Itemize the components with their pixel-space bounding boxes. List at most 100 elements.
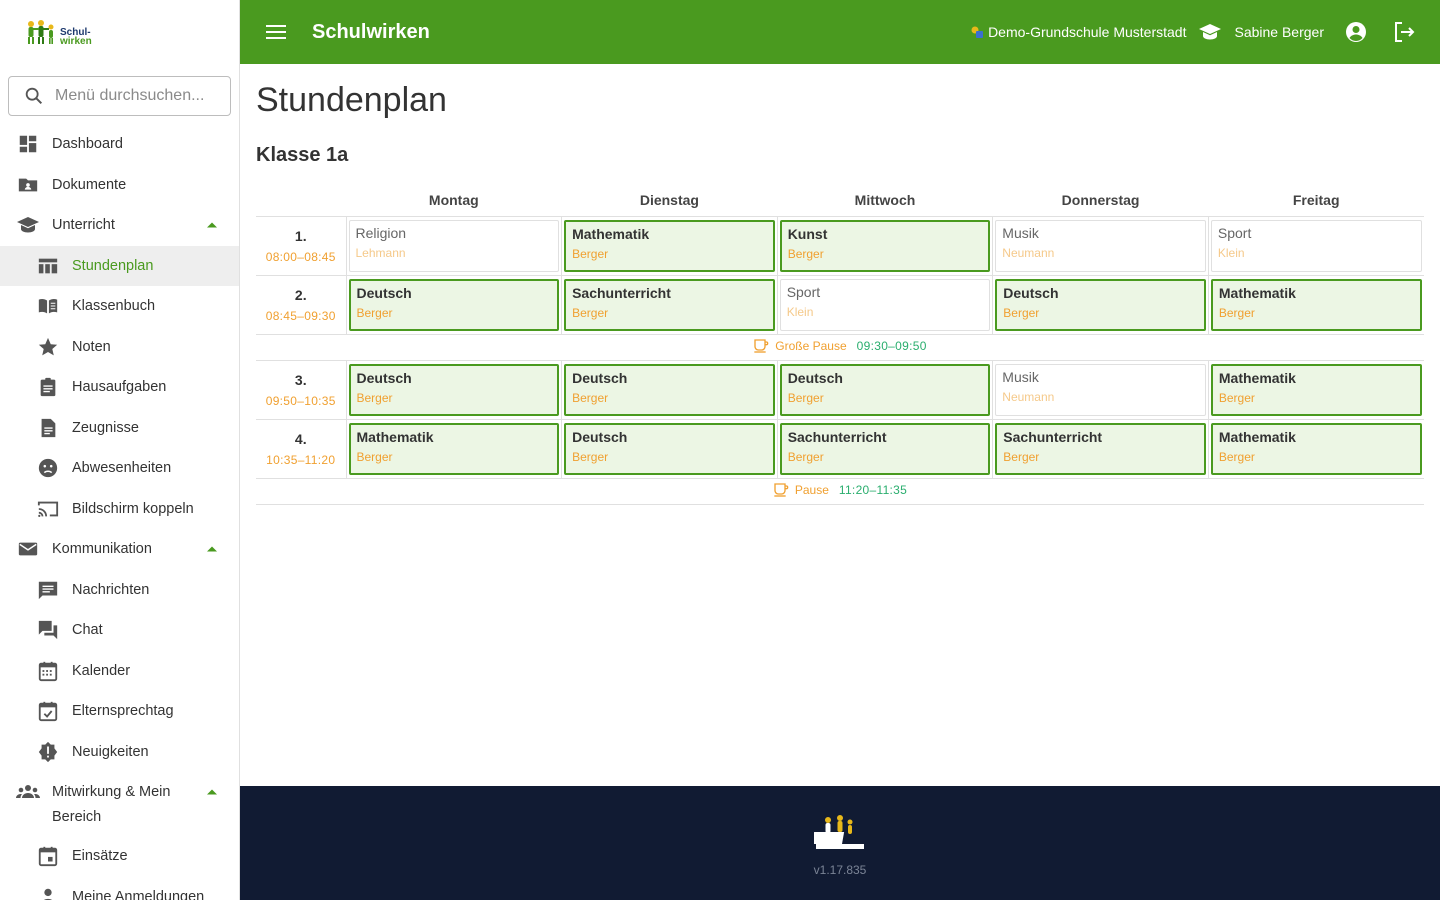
- footer: v1.17.835: [240, 786, 1440, 900]
- lesson-card[interactable]: Kunst Berger: [779, 219, 991, 272]
- break-time: 11:20–11:35: [838, 482, 908, 497]
- message-icon: [36, 578, 60, 602]
- lesson-subject: Sachunterricht: [787, 428, 887, 445]
- lesson-teacher: Berger: [572, 305, 609, 320]
- sick-face-icon: [36, 456, 60, 480]
- lesson-slot: Deutsch Berger: [346, 275, 563, 335]
- lesson-teacher: Klein: [786, 304, 814, 319]
- mail-icon: [16, 537, 40, 561]
- lesson-teacher: Berger: [572, 390, 609, 405]
- logout-icon: [1395, 22, 1415, 42]
- sidebar-item-label: Elternsprechtag: [72, 703, 174, 720]
- lesson-card[interactable]: Religion Lehmann: [348, 219, 560, 272]
- lesson-subject: Sachunterricht: [572, 284, 671, 301]
- sidebar-item-einsaetze[interactable]: Einsätze: [0, 836, 239, 877]
- collapse-caret-icon[interactable]: [207, 789, 217, 795]
- school-selector[interactable]: Demo-Grundschule Musterstadt: [970, 24, 1186, 40]
- hamburger-icon: [266, 25, 286, 39]
- sidebar-item-kommunikation[interactable]: Kommunikation: [0, 529, 239, 570]
- lesson-teacher: Berger: [1003, 449, 1040, 464]
- sidebar-item-label: Neuigkeiten: [72, 743, 149, 760]
- sidebar-item-label: Noten: [72, 338, 111, 355]
- menu-search[interactable]: [8, 76, 231, 116]
- collapse-caret-icon[interactable]: [207, 546, 217, 552]
- user-name: Sabine Berger: [1234, 24, 1324, 40]
- lesson-teacher: Klein: [1217, 245, 1245, 260]
- lesson-card[interactable]: Deutsch Berger: [348, 278, 560, 331]
- role-switch-button[interactable]: [1198, 20, 1222, 44]
- sidebar-item-mitwirkung[interactable]: Mitwirkung & Mein Bereich: [0, 772, 239, 836]
- lesson-card[interactable]: Mathematik Berger: [1210, 278, 1422, 331]
- sidebar-item-unterricht[interactable]: Unterricht: [0, 205, 239, 246]
- sidebar-item-hausaufgaben[interactable]: Hausaufgaben: [0, 367, 239, 408]
- search-input[interactable]: [55, 87, 225, 105]
- lesson-card[interactable]: Sachunterricht Berger: [564, 278, 775, 331]
- account-button[interactable]: [1344, 20, 1368, 44]
- lesson-subject: Mathematik: [356, 428, 434, 445]
- school-badge-icon: [971, 26, 984, 38]
- sidebar-item-nachrichten[interactable]: Nachrichten: [0, 570, 239, 611]
- lesson-card[interactable]: Sachunterricht Berger: [779, 422, 991, 475]
- sidebar-item-zeugnisse[interactable]: Zeugnisse: [0, 408, 239, 449]
- period-number: 1.: [294, 227, 307, 244]
- sidebar-item-neuigkeiten[interactable]: Neuigkeiten: [0, 732, 239, 773]
- sidebar-item-abwesenheiten[interactable]: Abwesenheiten: [0, 448, 239, 489]
- timetable: Montag Dienstag Mittwoch Donnerstag Frei…: [256, 184, 1424, 505]
- lesson-card[interactable]: Mathematik Berger: [1210, 422, 1422, 475]
- sidebar-item-bildschirm-koppeln[interactable]: Bildschirm koppeln: [0, 489, 239, 530]
- lesson-teacher: Neumann: [1002, 245, 1055, 260]
- menu-toggle-button[interactable]: [264, 20, 288, 44]
- header-actions: Demo-Grundschule Musterstadt Sabine Berg…: [970, 20, 1440, 44]
- lesson-subject: Mathematik: [1218, 369, 1296, 386]
- sidebar-item-dokumente[interactable]: Dokumente: [0, 165, 239, 206]
- lesson-card[interactable]: Deutsch Berger: [779, 363, 991, 416]
- lesson-card[interactable]: Deutsch Berger: [564, 363, 775, 416]
- lesson-card[interactable]: Sport Klein: [779, 278, 991, 331]
- school-name: Demo-Grundschule Musterstadt: [988, 24, 1187, 40]
- lesson-card[interactable]: Mathematik Berger: [564, 219, 775, 272]
- dashboard-icon: [16, 132, 40, 156]
- sidebar-nav: Dashboard Dokumente Unterricht Stundenpl…: [0, 124, 239, 900]
- page-title: Stundenplan: [256, 81, 447, 119]
- lesson-card[interactable]: Sachunterricht Berger: [995, 422, 1206, 475]
- lesson-teacher: Berger: [1218, 390, 1255, 405]
- folder-icon: [16, 173, 40, 197]
- lesson-card[interactable]: Sport Klein: [1210, 219, 1422, 272]
- break-cell: Große Pause 09:30–09:50: [256, 334, 1424, 361]
- logout-button[interactable]: [1392, 20, 1416, 44]
- sidebar-item-stundenplan[interactable]: Stundenplan: [0, 245, 239, 286]
- lesson-teacher: Berger: [1218, 449, 1255, 464]
- school-icon: [16, 213, 40, 237]
- lesson-card[interactable]: Musik Neumann: [995, 363, 1206, 416]
- sidebar-item-label: Dokumente: [52, 176, 127, 193]
- lesson-card[interactable]: Musik Neumann: [995, 219, 1206, 272]
- lesson-teacher: Berger: [1218, 305, 1255, 320]
- sidebar-item-label: Kalender: [72, 662, 131, 679]
- logo-figures-icon: [28, 20, 54, 44]
- sidebar-item-kalender[interactable]: Kalender: [0, 651, 239, 692]
- lesson-slot: Deutsch Berger: [561, 360, 778, 420]
- app-logo[interactable]: Schul- wirken: [0, 0, 239, 64]
- period-cell: 4. 10:35–11:20: [256, 419, 347, 479]
- collapse-caret-icon[interactable]: [207, 222, 217, 228]
- lesson-slot: Sachunterricht Berger: [992, 419, 1209, 479]
- sidebar-item-dashboard[interactable]: Dashboard: [0, 124, 239, 165]
- sidebar-item-meine-anmeldungen[interactable]: Meine Anmeldungen: [0, 877, 239, 900]
- lesson-card[interactable]: Mathematik Berger: [1210, 363, 1422, 416]
- lesson-card[interactable]: Mathematik Berger: [348, 422, 560, 475]
- period-row: 3. 09:50–10:35 Deutsch Berger Deutsch Berger D…: [256, 360, 1424, 420]
- lesson-card[interactable]: Deutsch Berger: [564, 422, 775, 475]
- sidebar-item-noten[interactable]: Noten: [0, 327, 239, 368]
- lesson-subject: Mathematik: [1218, 284, 1296, 301]
- sidebar-item-elternsprechtag[interactable]: Elternsprechtag: [0, 691, 239, 732]
- lesson-subject: Sachunterricht: [1003, 428, 1103, 445]
- lesson-teacher: Berger: [356, 305, 393, 320]
- lesson-card[interactable]: Deutsch Berger: [995, 278, 1206, 331]
- period-row: 4. 10:35–11:20 Mathematik Berger Deutsch Berg…: [256, 419, 1424, 479]
- lesson-card[interactable]: Deutsch Berger: [348, 363, 560, 416]
- sidebar-item-chat[interactable]: Chat: [0, 610, 239, 651]
- lesson-subject: Deutsch: [787, 369, 843, 386]
- lesson-slot: Deutsch Berger: [561, 419, 778, 479]
- sidebar-item-klassenbuch[interactable]: Klassenbuch: [0, 286, 239, 327]
- period-cell: 3. 09:50–10:35: [256, 360, 347, 420]
